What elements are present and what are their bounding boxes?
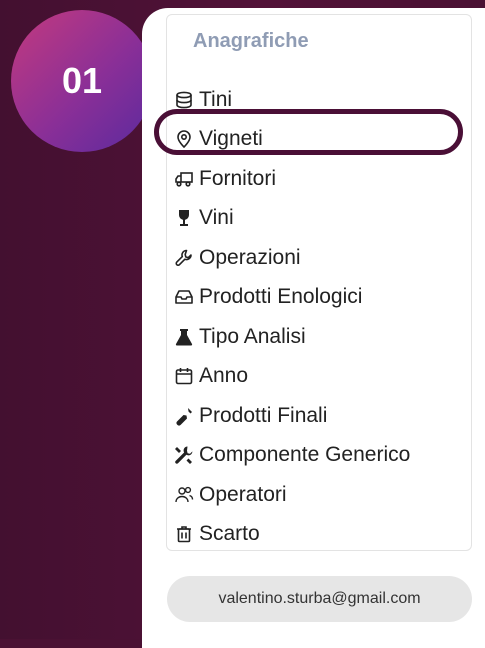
sidebar-item-operatori[interactable]: Operatori [173,475,463,515]
database-icon [173,89,195,111]
map-pin-icon [173,128,195,150]
sidebar-item-label: Anno [199,364,249,388]
sidebar-item-tipo-analisi[interactable]: Tipo Analisi [173,317,463,357]
sidebar-item-label: Vini [199,206,234,230]
sidebar-item-tini[interactable]: Tini [173,80,463,120]
menu-list: Tini Vigneti Fornitori Vini Operazioni P… [173,80,463,554]
truck-icon [173,168,195,190]
sidebar-item-prodotti-enologici[interactable]: Prodotti Enologici [173,278,463,318]
section-title: Anagrafiche [193,30,309,52]
users-icon [173,484,195,506]
sidebar-item-label: Fornitori [199,166,277,190]
step-number-badge: 01 [11,10,153,152]
sidebar-item-anno[interactable]: Anno [173,357,463,397]
wine-bottle-icon [173,405,195,427]
sidebar-item-label: Operatori [199,482,287,506]
sidebar-item-vigneti[interactable]: Vigneti [173,120,463,160]
wine-glass-icon [173,207,195,229]
sidebar-item-operazioni[interactable]: Operazioni [173,238,463,278]
sidebar-item-label: Prodotti Enologici [199,285,363,309]
sidebar-item-label: Scarto [199,522,260,546]
sidebar-item-label: Prodotti Finali [199,403,328,427]
tools-icon [173,444,195,466]
wrench-icon [173,247,195,269]
sidebar-item-label: Tipo Analisi [199,324,306,348]
calendar-icon [173,365,195,387]
sidebar-item-scarto[interactable]: Scarto [173,515,463,555]
flask-icon [173,326,195,348]
sidebar-item-label: Vigneti [199,127,263,151]
user-email-button[interactable]: valentino.sturba@gmail.com [167,576,472,622]
sidebar-item-componente-generico[interactable]: Componente Generico [173,436,463,476]
trash-icon [173,523,195,545]
sidebar-item-fornitori[interactable]: Fornitori [173,159,463,199]
sidebar-item-label: Tini [199,87,233,111]
user-email: valentino.sturba@gmail.com [218,590,421,607]
sidebar-item-label: Operazioni [199,245,301,269]
sidebar-item-label: Componente Generico [199,443,411,467]
sidebar-item-vini[interactable]: Vini [173,199,463,239]
inbox-icon [173,286,195,308]
step-number: 01 [61,60,103,101]
sidebar-item-prodotti-finali[interactable]: Prodotti Finali [173,396,463,436]
